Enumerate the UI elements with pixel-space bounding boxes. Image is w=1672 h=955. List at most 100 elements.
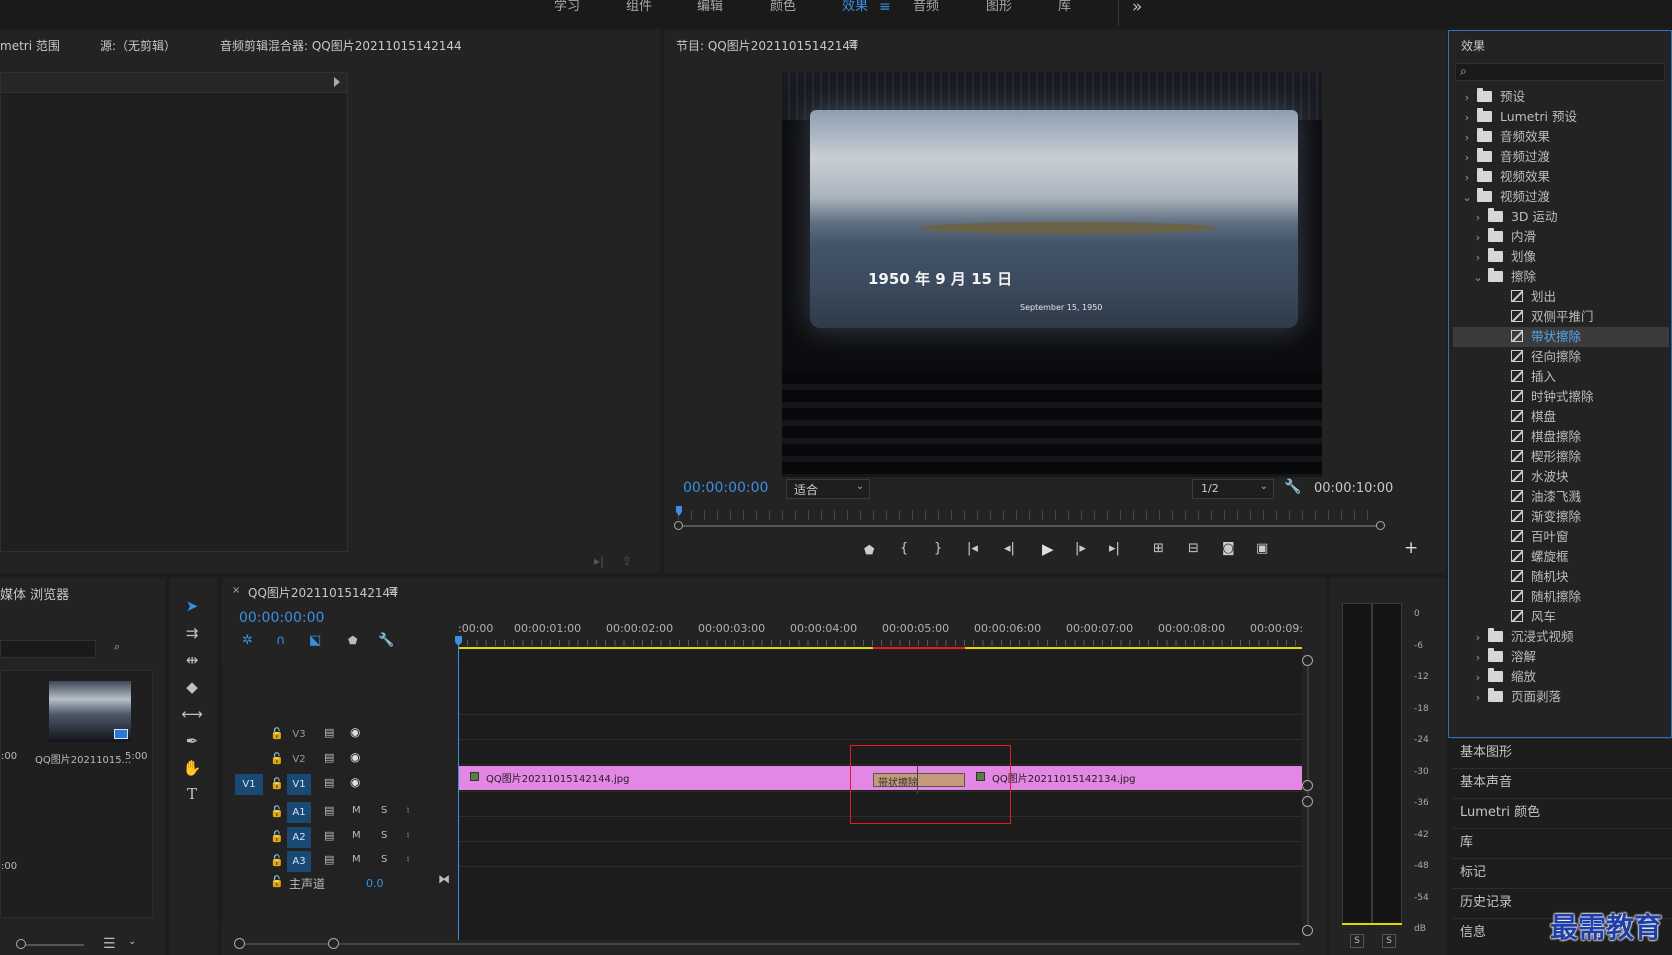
sync-lock-icon[interactable]: ▤ (324, 853, 334, 866)
slip-tool[interactable]: ⟷ (179, 702, 205, 726)
tab-audio-clip-mixer[interactable]: 音频剪辑混合器: QQ图片20211015142144 (220, 37, 462, 54)
zoom-scrollbar[interactable] (678, 525, 1382, 527)
effects-item[interactable]: 螺旋框 (1453, 547, 1669, 567)
track-target-a2[interactable]: A2 (287, 827, 311, 848)
search-icon[interactable]: ⌕ (114, 640, 120, 654)
fit-dropdown[interactable]: 适合 ⌄ (786, 479, 870, 499)
program-title[interactable]: 节目: QQ图片20211015142144 (676, 37, 858, 54)
v-scroll-handle-bottom[interactable] (1302, 925, 1313, 936)
effects-item[interactable]: 划出 (1453, 287, 1669, 307)
track-target-v3[interactable]: V3 (287, 724, 311, 745)
chevron-right-icon[interactable]: › (1472, 648, 1484, 668)
workspace-tab-7[interactable]: 库 (1058, 0, 1071, 26)
type-tool[interactable]: T (179, 782, 205, 806)
chevron-right-icon[interactable]: › (1461, 148, 1473, 168)
track-target-a3[interactable]: A3 (287, 851, 311, 872)
mute-button[interactable]: M (352, 854, 361, 865)
chevron-right-icon[interactable]: › (1472, 248, 1484, 268)
effects-item[interactable]: 水波块 (1453, 467, 1669, 487)
mute-button[interactable]: M (352, 805, 361, 816)
media-browser-title[interactable]: 媒体 浏览器 (0, 584, 69, 603)
step-forward-button[interactable]: |▸ (1075, 541, 1086, 556)
sequence-menu-icon[interactable]: ≡ (388, 583, 399, 598)
side-panel-tab[interactable]: 标记 (1452, 858, 1672, 886)
chevron-down-icon[interactable]: ⌄ (128, 936, 136, 947)
effects-folder[interactable]: › 页面剥落 (1453, 687, 1669, 707)
chevron-right-icon[interactable]: › (1472, 668, 1484, 688)
h-scroll-handle-right[interactable] (328, 938, 339, 949)
solo-right-button[interactable]: S (1382, 934, 1396, 948)
ripple-edit-tool[interactable]: ⇹ (179, 648, 205, 672)
ruler-ticks[interactable] (458, 640, 1302, 646)
wrench-icon[interactable]: 🔧 (378, 633, 394, 648)
track-select-tool[interactable]: ⇉ (179, 621, 205, 645)
effects-item[interactable]: 插入 (1453, 367, 1669, 387)
chevron-right-icon[interactable]: › (1461, 108, 1473, 128)
effects-item[interactable]: 随机块 (1453, 567, 1669, 587)
lock-icon[interactable]: 🔓 (270, 727, 284, 740)
comparison-view-button[interactable]: ▣ (1256, 541, 1268, 556)
effects-folder[interactable]: › 预设 (1453, 87, 1669, 107)
chevron-down-icon[interactable]: ⌄ (1461, 188, 1473, 208)
lock-icon[interactable]: 🔓 (270, 805, 284, 818)
effects-folder[interactable]: ⌄ 擦除 (1453, 267, 1669, 287)
extract-button[interactable]: ⊟ (1188, 541, 1199, 556)
scroll-handle-left[interactable] (674, 521, 683, 530)
effects-item[interactable]: 楔形擦除 (1453, 447, 1669, 467)
track-target-a1[interactable]: A1 (287, 802, 311, 823)
workspace-tab-4[interactable]: 效果 (842, 0, 868, 26)
microphone-icon[interactable]: ♮ (406, 853, 410, 866)
chevron-down-icon[interactable]: ⌄ (1472, 268, 1484, 288)
chevron-right-icon[interactable]: › (1472, 208, 1484, 228)
selection-tool[interactable]: ➤ (179, 594, 205, 618)
sync-lock-icon[interactable]: ▤ (324, 829, 334, 842)
v-scroll-handle-top[interactable] (1302, 655, 1313, 666)
effects-item[interactable]: 棋盘擦除 (1453, 427, 1669, 447)
list-view-icon[interactable]: ☰ (103, 936, 116, 952)
lift-button[interactable]: ⊞ (1153, 541, 1164, 556)
effects-folder[interactable]: › 划像 (1453, 247, 1669, 267)
play-button[interactable]: ▶ (1042, 540, 1054, 558)
effects-folder[interactable]: › 3D 运动 (1453, 207, 1669, 227)
effects-title[interactable]: 效果 (1461, 37, 1485, 54)
solo-button[interactable]: S (381, 805, 387, 816)
effects-item[interactable]: 风车 (1453, 607, 1669, 627)
workspace-overflow-button[interactable]: » (1132, 0, 1142, 17)
chevron-right-icon[interactable]: › (1461, 168, 1473, 188)
snap-icon[interactable]: ✲ (242, 633, 253, 648)
program-timecode[interactable]: 00:00:00:00 (683, 480, 768, 496)
solo-left-button[interactable]: S (1350, 934, 1364, 948)
tab-source[interactable]: 源:（无剪辑） (100, 37, 176, 54)
resolution-dropdown[interactable]: 1/2 ⌄ (1192, 479, 1274, 499)
solo-button[interactable]: S (381, 854, 387, 865)
eye-icon[interactable]: ◉ (350, 775, 360, 789)
eye-icon[interactable]: ◉ (350, 750, 360, 764)
effects-item[interactable]: 双侧平推门 (1453, 307, 1669, 327)
program-ruler[interactable] (678, 510, 1380, 520)
razor-tool[interactable]: ◆ (179, 675, 205, 699)
effects-folder[interactable]: › 音频过渡 (1453, 147, 1669, 167)
effects-item[interactable]: 棋盘 (1453, 407, 1669, 427)
timeline-playhead[interactable] (458, 640, 459, 940)
go-to-in-button[interactable]: |◂ (967, 541, 978, 556)
chevron-right-icon[interactable]: › (1461, 88, 1473, 108)
effects-item[interactable]: 油漆飞溅 (1453, 487, 1669, 507)
chevron-right-icon[interactable]: › (1472, 628, 1484, 648)
effects-item[interactable]: 随机擦除 (1453, 587, 1669, 607)
workspace-menu-icon[interactable]: ≡ (879, 0, 891, 15)
add-marker-icon[interactable]: ⬕ (309, 633, 321, 648)
export-frame-icon[interactable]: ⇪ (622, 554, 632, 568)
sync-lock-icon[interactable]: ▤ (324, 804, 334, 817)
track-target-v1[interactable]: V1 (287, 774, 311, 795)
eye-icon[interactable]: ◉ (350, 725, 360, 739)
side-panel-tab[interactable]: 库 (1452, 828, 1672, 856)
scroll-handle-right[interactable] (1376, 521, 1385, 530)
insert-icon[interactable]: ▸| (594, 554, 604, 568)
microphone-icon[interactable]: ♮ (406, 829, 410, 842)
sync-lock-icon[interactable]: ▤ (324, 726, 334, 739)
add-button[interactable]: + (1404, 538, 1418, 558)
chevron-right-icon[interactable]: › (1472, 688, 1484, 708)
effects-item[interactable]: 径向擦除 (1453, 347, 1669, 367)
v-scroll-handle-mid1[interactable] (1302, 780, 1313, 791)
workspace-tab-5[interactable]: 音频 (913, 0, 939, 26)
